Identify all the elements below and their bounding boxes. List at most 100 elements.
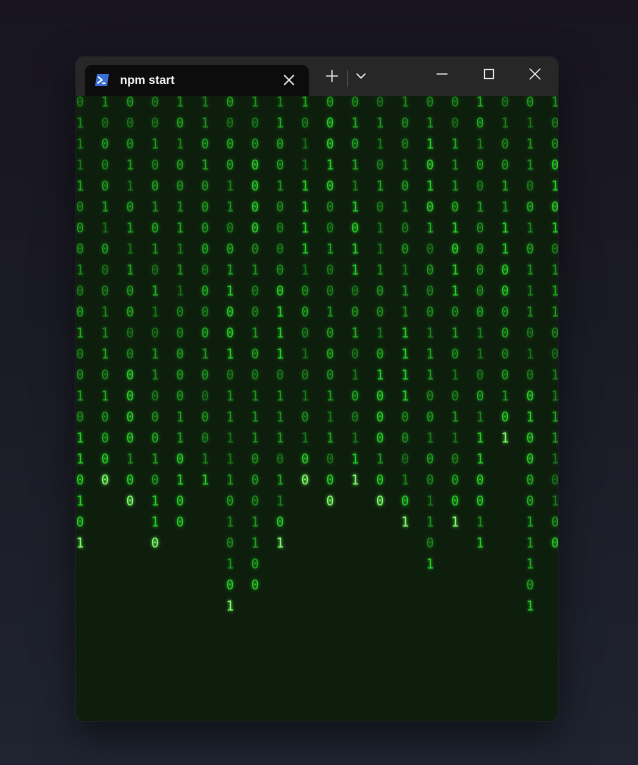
rain-glyph: 0 — [326, 348, 334, 363]
rain-glyph: 0 — [551, 516, 558, 531]
rain-glyph: 0 — [451, 453, 459, 468]
new-tab-icon[interactable] — [325, 69, 339, 83]
rain-glyph: 1 — [426, 348, 434, 363]
rain-glyph: 0 — [526, 327, 534, 342]
rain-glyph: 1 — [551, 453, 558, 468]
rain-glyph: 0 — [251, 180, 259, 195]
rain-glyph: 0 — [251, 474, 259, 489]
close-tab-icon[interactable] — [282, 73, 296, 87]
rain-glyph: 1 — [551, 180, 558, 195]
rain-glyph: 0 — [226, 579, 234, 594]
rain-glyph: 1 — [326, 306, 334, 321]
rain-glyph: 1 — [401, 285, 409, 300]
rain-glyph: 1 — [151, 495, 159, 510]
terminal-output[interactable]: 0 1 1 1 1 0 0 0 1 0 0 1 0 0 1 0 1 1 0 1 0 1 1 0 0 0 0 1 1 0 0 0 1 1 1 0 1 0 0 0… — [76, 96, 558, 721]
rain-glyph: 0 — [426, 159, 434, 174]
rain-glyph: 0 — [226, 495, 234, 510]
rain-glyph: 0 — [226, 222, 234, 237]
rain-glyph: 0 — [151, 327, 159, 342]
rain-glyph: 1 — [176, 411, 184, 426]
rain-glyph: 0 — [451, 96, 459, 111]
rain-glyph: 0 — [276, 369, 284, 384]
rain-glyph: 0 — [101, 411, 109, 426]
rain-glyph: 0 — [501, 348, 509, 363]
rain-glyph: 0 — [451, 201, 459, 216]
rain-glyph: 1 — [401, 327, 409, 342]
rain-glyph: 0 — [526, 432, 534, 447]
rain-glyph: 0 — [326, 474, 334, 489]
rain-glyph: 0 — [226, 159, 234, 174]
rain-glyph: 0 — [426, 201, 434, 216]
rain-glyph: 1 — [76, 432, 84, 447]
rain-glyph: 0 — [126, 138, 134, 153]
rain-glyph: 0 — [476, 222, 484, 237]
rain-glyph: 1 — [301, 348, 309, 363]
rain-glyph: 1 — [426, 180, 434, 195]
tab-npm-start[interactable]: npm start — [85, 65, 309, 96]
rain-glyph: 0 — [151, 159, 159, 174]
rain-glyph: 0 — [176, 348, 184, 363]
rain-glyph: 0 — [401, 138, 409, 153]
rain-glyph: 0 — [476, 495, 484, 510]
rain-glyph: 0 — [226, 138, 234, 153]
rain-glyph: 0 — [126, 201, 134, 216]
rain-glyph: 1 — [201, 96, 209, 111]
terminal-window: npm start 0 1 1 1 1 0 0 0 1 0 0 1 0 0 1 … — [76, 57, 558, 721]
rain-glyph: 1 — [526, 264, 534, 279]
rain-glyph: 1 — [201, 159, 209, 174]
rain-glyph: 0 — [126, 117, 134, 132]
rain-glyph: 1 — [426, 369, 434, 384]
close-window-icon[interactable] — [528, 67, 542, 81]
rain-glyph: 1 — [351, 159, 359, 174]
rain-glyph: 0 — [201, 264, 209, 279]
rain-glyph: 1 — [476, 327, 484, 342]
rain-glyph: 0 — [526, 243, 534, 258]
rain-glyph: 1 — [151, 306, 159, 321]
rain-glyph: 1 — [126, 180, 134, 195]
rain-glyph: 1 — [201, 453, 209, 468]
minimize-icon[interactable] — [435, 67, 449, 81]
rain-glyph: 1 — [376, 180, 384, 195]
rain-glyph: 1 — [226, 600, 234, 615]
rain-glyph: 1 — [401, 306, 409, 321]
rain-glyph: 0 — [351, 285, 359, 300]
rain-glyph: 0 — [151, 264, 159, 279]
rain-glyph: 0 — [301, 117, 309, 132]
rain-glyph: 0 — [276, 285, 284, 300]
rain-glyph: 0 — [326, 285, 334, 300]
rain-glyph: 1 — [351, 369, 359, 384]
rain-glyph: 1 — [276, 390, 284, 405]
maximize-icon[interactable] — [482, 67, 496, 81]
rain-glyph: 1 — [101, 201, 109, 216]
rain-glyph: 1 — [351, 243, 359, 258]
rain-glyph: 0 — [151, 474, 159, 489]
powershell-icon — [95, 74, 109, 86]
rain-glyph: 1 — [451, 264, 459, 279]
rain-glyph: 1 — [101, 327, 109, 342]
rain-glyph: 1 — [451, 411, 459, 426]
rain-glyph: 1 — [176, 474, 184, 489]
rain-glyph: 0 — [501, 138, 509, 153]
rain-glyph: 0 — [226, 306, 234, 321]
rain-glyph: 1 — [251, 537, 259, 552]
rain-glyph: 1 — [551, 96, 558, 111]
rain-glyph: 1 — [176, 222, 184, 237]
rain-glyph: 0 — [251, 369, 259, 384]
rain-glyph: 1 — [301, 201, 309, 216]
rain-glyph: 0 — [526, 369, 534, 384]
rain-glyph: 0 — [551, 243, 558, 258]
rain-glyph: 0 — [326, 495, 334, 510]
rain-glyph: 0 — [76, 474, 84, 489]
title-bar[interactable]: npm start — [76, 57, 558, 96]
rain-glyph: 0 — [426, 96, 434, 111]
rain-glyph: 1 — [376, 243, 384, 258]
chevron-down-icon[interactable] — [354, 69, 368, 83]
rain-glyph: 0 — [276, 243, 284, 258]
rain-glyph: 1 — [301, 180, 309, 195]
rain-glyph: 1 — [251, 264, 259, 279]
rain-glyph: 0 — [451, 474, 459, 489]
rain-glyph: 0 — [426, 411, 434, 426]
rain-glyph: 0 — [126, 327, 134, 342]
rain-glyph: 0 — [76, 411, 84, 426]
rain-glyph: 0 — [101, 432, 109, 447]
